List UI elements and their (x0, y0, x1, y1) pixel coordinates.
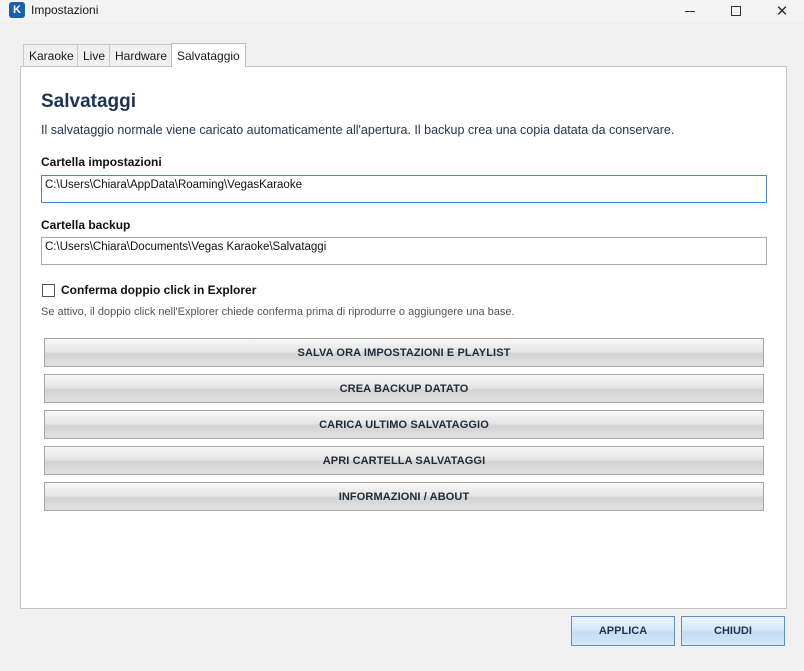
settings-panel: Salvataggi Il salvataggio normale viene … (20, 66, 787, 609)
settings-folder-label: Cartella impostazioni (41, 155, 162, 169)
backup-folder-label: Cartella backup (41, 218, 131, 232)
about-button[interactable]: INFORMAZIONI / ABOUT (44, 482, 764, 511)
close-button[interactable]: CHIUDI (681, 616, 785, 646)
save-now-button[interactable]: SALVA ORA IMPOSTAZIONI E PLAYLIST (44, 338, 764, 367)
create-backup-button[interactable]: CREA BACKUP DATATO (44, 374, 764, 403)
tab-salvataggio[interactable]: Salvataggio (171, 43, 246, 67)
window-title: Impostazioni (31, 3, 99, 17)
karaoke-app-icon: K (9, 2, 25, 18)
settings-folder-input[interactable]: C:\Users\Chiara\AppData\Roaming\VegasKar… (41, 175, 767, 203)
title-bar: K Impostazioni ✕ (0, 0, 804, 22)
minimize-button[interactable] (667, 0, 713, 22)
confirm-double-click-label[interactable]: Conferma doppio click in Explorer (61, 283, 256, 297)
confirm-double-click-checkbox[interactable] (42, 284, 55, 297)
open-save-folder-button[interactable]: APRI CARTELLA SALVATAGGI (44, 446, 764, 475)
close-icon: ✕ (775, 1, 789, 20)
tab-live[interactable]: Live (77, 44, 112, 66)
close-window-button[interactable]: ✕ (759, 0, 804, 22)
page-title: Salvataggi (41, 91, 137, 112)
confirm-double-click-hint: Se attivo, il doppio click nell'Explorer… (41, 306, 515, 318)
tab-karaoke[interactable]: Karaoke (23, 44, 80, 66)
minimize-icon (685, 10, 695, 12)
tab-hardware[interactable]: Hardware (109, 44, 174, 66)
page-description: Il salvataggio normale viene caricato au… (41, 123, 675, 137)
backup-folder-input[interactable]: C:\Users\Chiara\Documents\Vegas Karaoke\… (41, 237, 767, 265)
maximize-icon (731, 6, 741, 16)
maximize-button[interactable] (713, 0, 759, 22)
load-last-save-button[interactable]: CARICA ULTIMO SALVATAGGIO (44, 410, 764, 439)
apply-button[interactable]: APPLICA (571, 616, 675, 646)
